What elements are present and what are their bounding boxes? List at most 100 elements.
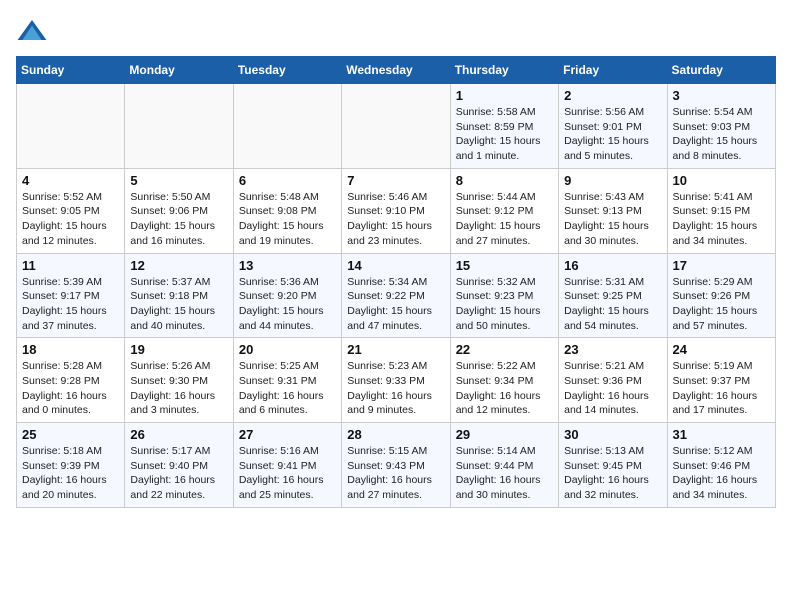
calendar-header-row: SundayMondayTuesdayWednesdayThursdayFrid… [17,57,776,84]
day-number: 12 [130,258,227,273]
calendar-cell: 3 Sunrise: 5:54 AM Sunset: 9:03 PM Daylig… [667,84,775,169]
calendar-week-5: 25 Sunrise: 5:18 AM Sunset: 9:39 PM Dayli… [17,423,776,508]
logo [16,16,54,48]
calendar-week-2: 4 Sunrise: 5:52 AM Sunset: 9:05 PM Daylig… [17,168,776,253]
day-number: 4 [22,173,119,188]
day-number: 29 [456,427,553,442]
day-number: 8 [456,173,553,188]
day-number: 2 [564,88,661,103]
day-info: Sunrise: 5:18 AM Sunset: 9:39 PM Dayligh… [22,444,119,503]
day-number: 11 [22,258,119,273]
header-saturday: Saturday [667,57,775,84]
day-info: Sunrise: 5:32 AM Sunset: 9:23 PM Dayligh… [456,275,553,334]
calendar-cell: 10 Sunrise: 5:41 AM Sunset: 9:15 PM Dayli… [667,168,775,253]
day-info: Sunrise: 5:34 AM Sunset: 9:22 PM Dayligh… [347,275,444,334]
calendar-cell: 11 Sunrise: 5:39 AM Sunset: 9:17 PM Dayli… [17,253,125,338]
calendar-cell: 4 Sunrise: 5:52 AM Sunset: 9:05 PM Daylig… [17,168,125,253]
day-info: Sunrise: 5:44 AM Sunset: 9:12 PM Dayligh… [456,190,553,249]
calendar-cell: 5Sunrise: 5:50 AM Sunset: 9:06 PM Daylig… [125,168,233,253]
day-number: 23 [564,342,661,357]
calendar-cell [342,84,450,169]
calendar-cell: 17Sunrise: 5:29 AM Sunset: 9:26 PM Dayli… [667,253,775,338]
calendar-cell: 28 Sunrise: 5:15 AM Sunset: 9:43 PM Dayli… [342,423,450,508]
day-info: Sunrise: 5:36 AM Sunset: 9:20 PM Dayligh… [239,275,336,334]
page-header [16,16,776,48]
calendar-cell: 26 Sunrise: 5:17 AM Sunset: 9:40 PM Dayli… [125,423,233,508]
day-info: Sunrise: 5:43 AM Sunset: 9:13 PM Dayligh… [564,190,661,249]
day-number: 24 [673,342,770,357]
calendar-table: SundayMondayTuesdayWednesdayThursdayFrid… [16,56,776,508]
calendar-cell: 15 Sunrise: 5:32 AM Sunset: 9:23 PM Dayli… [450,253,558,338]
calendar-cell: 1 Sunrise: 5:58 AM Sunset: 8:59 PM Daylig… [450,84,558,169]
day-number: 31 [673,427,770,442]
calendar-cell: 7 Sunrise: 5:46 AM Sunset: 9:10 PM Daylig… [342,168,450,253]
calendar-week-1: 1 Sunrise: 5:58 AM Sunset: 8:59 PM Daylig… [17,84,776,169]
day-info: Sunrise: 5:54 AM Sunset: 9:03 PM Dayligh… [673,105,770,164]
day-number: 18 [22,342,119,357]
day-number: 25 [22,427,119,442]
day-info: Sunrise: 5:22 AM Sunset: 9:34 PM Dayligh… [456,359,553,418]
calendar-cell [233,84,341,169]
calendar-week-3: 11 Sunrise: 5:39 AM Sunset: 9:17 PM Dayli… [17,253,776,338]
calendar-cell: 19 Sunrise: 5:26 AM Sunset: 9:30 PM Dayli… [125,338,233,423]
calendar-cell: 27 Sunrise: 5:16 AM Sunset: 9:41 PM Dayli… [233,423,341,508]
day-info: Sunrise: 5:52 AM Sunset: 9:05 PM Dayligh… [22,190,119,249]
calendar-cell: 21 Sunrise: 5:23 AM Sunset: 9:33 PM Dayli… [342,338,450,423]
calendar-cell: 14 Sunrise: 5:34 AM Sunset: 9:22 PM Dayli… [342,253,450,338]
day-number: 7 [347,173,444,188]
day-number: 26 [130,427,227,442]
calendar-cell: 2 Sunrise: 5:56 AM Sunset: 9:01 PM Daylig… [559,84,667,169]
day-number: 19 [130,342,227,357]
calendar-cell: 25 Sunrise: 5:18 AM Sunset: 9:39 PM Dayli… [17,423,125,508]
day-number: 3 [673,88,770,103]
logo-icon [16,16,48,48]
day-number: 28 [347,427,444,442]
day-info: Sunrise: 5:37 AM Sunset: 9:18 PM Dayligh… [130,275,227,334]
day-info: Sunrise: 5:56 AM Sunset: 9:01 PM Dayligh… [564,105,661,164]
header-wednesday: Wednesday [342,57,450,84]
calendar-cell: 20Sunrise: 5:25 AM Sunset: 9:31 PM Dayli… [233,338,341,423]
day-info: Sunrise: 5:14 AM Sunset: 9:44 PM Dayligh… [456,444,553,503]
day-info: Sunrise: 5:46 AM Sunset: 9:10 PM Dayligh… [347,190,444,249]
calendar-cell: 22 Sunrise: 5:22 AM Sunset: 9:34 PM Dayli… [450,338,558,423]
day-info: Sunrise: 5:48 AM Sunset: 9:08 PM Dayligh… [239,190,336,249]
day-number: 9 [564,173,661,188]
day-number: 16 [564,258,661,273]
day-info: Sunrise: 5:16 AM Sunset: 9:41 PM Dayligh… [239,444,336,503]
day-number: 1 [456,88,553,103]
calendar-cell: 12 Sunrise: 5:37 AM Sunset: 9:18 PM Dayli… [125,253,233,338]
day-info: Sunrise: 5:23 AM Sunset: 9:33 PM Dayligh… [347,359,444,418]
calendar-cell: 24 Sunrise: 5:19 AM Sunset: 9:37 PM Dayli… [667,338,775,423]
day-number: 17 [673,258,770,273]
day-info: Sunrise: 5:58 AM Sunset: 8:59 PM Dayligh… [456,105,553,164]
day-number: 6 [239,173,336,188]
calendar-cell: 16Sunrise: 5:31 AM Sunset: 9:25 PM Dayli… [559,253,667,338]
calendar-cell: 8 Sunrise: 5:44 AM Sunset: 9:12 PM Daylig… [450,168,558,253]
day-info: Sunrise: 5:17 AM Sunset: 9:40 PM Dayligh… [130,444,227,503]
calendar-cell [17,84,125,169]
day-info: Sunrise: 5:15 AM Sunset: 9:43 PM Dayligh… [347,444,444,503]
day-number: 27 [239,427,336,442]
calendar-cell: 31Sunrise: 5:12 AM Sunset: 9:46 PM Dayli… [667,423,775,508]
day-info: Sunrise: 5:41 AM Sunset: 9:15 PM Dayligh… [673,190,770,249]
calendar-cell: 9 Sunrise: 5:43 AM Sunset: 9:13 PM Daylig… [559,168,667,253]
day-number: 21 [347,342,444,357]
calendar-cell: 18 Sunrise: 5:28 AM Sunset: 9:28 PM Dayli… [17,338,125,423]
day-info: Sunrise: 5:28 AM Sunset: 9:28 PM Dayligh… [22,359,119,418]
calendar-cell: 23 Sunrise: 5:21 AM Sunset: 9:36 PM Dayli… [559,338,667,423]
calendar-cell: 13 Sunrise: 5:36 AM Sunset: 9:20 PM Dayli… [233,253,341,338]
day-number: 22 [456,342,553,357]
day-info: Sunrise: 5:19 AM Sunset: 9:37 PM Dayligh… [673,359,770,418]
day-info: Sunrise: 5:21 AM Sunset: 9:36 PM Dayligh… [564,359,661,418]
day-number: 13 [239,258,336,273]
calendar-cell: 30Sunrise: 5:13 AM Sunset: 9:45 PM Dayli… [559,423,667,508]
header-monday: Monday [125,57,233,84]
day-info: Sunrise: 5:26 AM Sunset: 9:30 PM Dayligh… [130,359,227,418]
day-number: 30 [564,427,661,442]
header-thursday: Thursday [450,57,558,84]
day-number: 10 [673,173,770,188]
day-info: Sunrise: 5:39 AM Sunset: 9:17 PM Dayligh… [22,275,119,334]
day-number: 20 [239,342,336,357]
day-number: 15 [456,258,553,273]
day-number: 14 [347,258,444,273]
